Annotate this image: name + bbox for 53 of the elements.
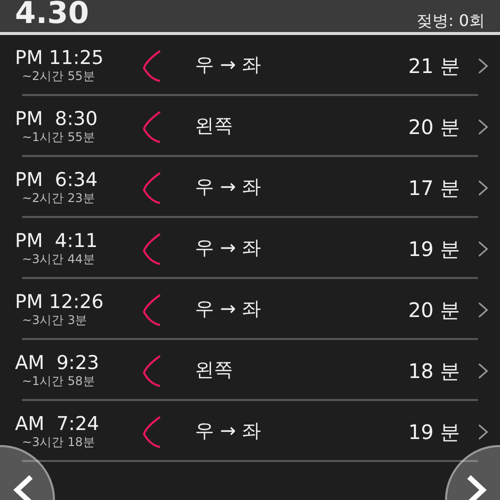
curve-icon — [142, 354, 162, 388]
curve-icon — [142, 110, 162, 144]
duration-text: 17 분 — [408, 174, 461, 202]
side-text: 우 → 좌 — [194, 419, 262, 444]
chevron-right-icon — [478, 302, 488, 318]
side-text: 우 → 좌 — [194, 175, 262, 200]
bottle-count: 젖병: 0회 — [416, 13, 485, 29]
session-row[interactable]: PM 12:26 ~3시간 3분 우 → 좌 20 분 — [0, 279, 500, 340]
session-time: PM 12:26 — [15, 291, 105, 313]
chevron-right-icon — [478, 424, 488, 440]
chevron-right-icon — [478, 240, 488, 256]
interval-text: ~3시간 44분 — [21, 252, 96, 267]
session-row[interactable]: PM 6:34 ~2시간 23분 우 → 좌 17 분 — [0, 157, 500, 218]
session-row[interactable]: AM 9:23 ~1시간 58분 왼쪽 18 분 — [0, 340, 500, 401]
session-time: PM 4:11 — [15, 230, 99, 252]
chevron-right-icon — [478, 118, 488, 134]
chevron-right-icon — [465, 475, 487, 500]
interval-text: ~1시간 55분 — [21, 130, 96, 145]
date-title: 4.30 — [15, 0, 90, 29]
session-row[interactable]: PM 11:25 ~2시간 55분 우 → 좌 21 분 — [0, 35, 500, 96]
interval-text: ~2시간 23분 — [21, 191, 96, 206]
session-time: PM 8:30 — [15, 108, 99, 130]
session-row[interactable]: PM 4:11 ~3시간 44분 우 → 좌 19 분 — [0, 218, 500, 279]
session-row[interactable]: PM 8:30 ~1시간 55분 왼쪽 20 분 — [0, 96, 500, 157]
interval-text: ~3시간 18분 — [21, 435, 96, 450]
side-text: 우 → 좌 — [194, 53, 262, 78]
curve-icon — [142, 232, 162, 266]
side-text: 우 → 좌 — [194, 297, 262, 322]
session-time: AM 7:24 — [15, 413, 100, 435]
side-text: 왼쪽 — [194, 358, 234, 384]
curve-icon — [142, 170, 162, 204]
session-time: AM 9:23 — [15, 352, 100, 374]
interval-text: ~1시간 58분 — [21, 374, 96, 389]
session-time: PM 11:25 — [15, 47, 105, 69]
duration-text: 18 분 — [408, 358, 461, 384]
duration-text: 21 분 — [408, 52, 461, 80]
chevron-right-icon — [478, 58, 488, 74]
chevron-right-icon — [478, 362, 488, 378]
interval-text: ~2시간 55분 — [21, 69, 96, 84]
duration-text: 20 분 — [408, 114, 461, 140]
duration-text: 20 분 — [408, 296, 461, 324]
curve-icon — [142, 292, 162, 326]
curve-icon — [142, 414, 162, 448]
interval-text: ~3시간 3분 — [21, 313, 88, 328]
curve-icon — [142, 48, 162, 82]
side-text: 왼쪽 — [194, 114, 234, 140]
session-time: PM 6:34 — [15, 169, 99, 191]
session-row[interactable]: AM 7:24 ~3시간 18분 우 → 좌 19 분 — [0, 401, 500, 462]
chevron-left-icon — [13, 475, 35, 500]
duration-text: 19 분 — [408, 236, 461, 262]
duration-text: 19 분 — [408, 418, 461, 446]
chevron-right-icon — [478, 180, 488, 196]
side-text: 우 → 좌 — [194, 236, 262, 262]
